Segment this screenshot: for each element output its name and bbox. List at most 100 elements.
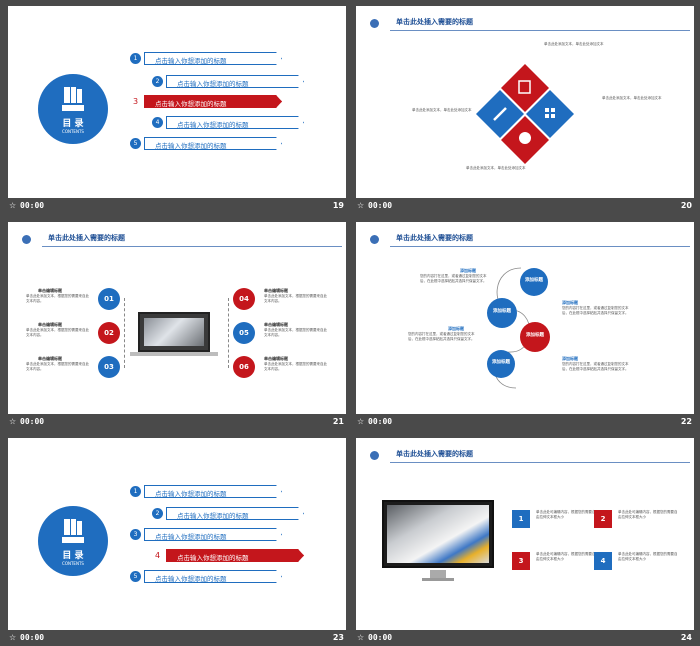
diagram-text-left: 单击此处添加文本，单击此处添加文本 (412, 108, 472, 112)
item-text-1: 单击此处可编辑内容，根据您的需要自由拉伸文本框大小 (536, 510, 596, 519)
slide-number: 19 (332, 201, 344, 210)
slide-19-canvas[interactable]: 目 录 CONTENTS 1 点击输入你想添加的标题 2 点击输入你想添加的标题… (8, 6, 346, 198)
diagram-text-bottom: 单击此处添加文本，单击此处添加文本 (466, 166, 526, 170)
slide-19[interactable]: 目 录 CONTENTS 1 点击输入你想添加的标题 2 点击输入你想添加的标题… (8, 6, 346, 214)
slide-number: 20 (680, 201, 692, 210)
slide-duration: 00:00 (368, 417, 393, 426)
slide-title: 单击此处插入需要的标题 (396, 450, 473, 458)
slide-number: 22 (680, 417, 692, 426)
slide-22-footer: ☆ 00:00 22 (356, 416, 694, 430)
slide-23-canvas[interactable]: 目 录 CONTENTS 1 点击输入你想添加的标题 2 点击输入你想添加的标题… (8, 438, 346, 630)
stage-circle-3: 添加标题 (520, 322, 550, 352)
slide-20-canvas[interactable]: 单击此处插入需要的标题 单击此处添加文本，单击此处添加文本 单击此处添加文本，单… (356, 6, 694, 198)
stage-circle-2: 添加标题 (487, 298, 517, 328)
step-circle-02: 02 (98, 322, 120, 344)
header-dot (370, 235, 379, 244)
toc-item-number: 2 (152, 76, 163, 87)
header-divider (390, 246, 690, 247)
step-circle-04: 04 (233, 288, 255, 310)
toc-item-label: 点击输入你想添加的标题 (155, 100, 227, 108)
slide-duration: 00:00 (368, 201, 393, 210)
diagram-text-right: 单击此处添加文本，单击此处添加文本 (602, 96, 662, 100)
item-text-4: 单击此处可编辑内容，根据您的需要自由拉伸文本框大小 (618, 552, 678, 561)
slide-20[interactable]: 单击此处插入需要的标题 单击此处添加文本，单击此处添加文本 单击此处添加文本，单… (356, 6, 694, 214)
connector-left (124, 298, 125, 368)
monitor-stand (430, 570, 446, 578)
header-dot (370, 19, 379, 28)
stage-text-1: 您的内容打在这里，或者通过复制您的文本后，在此框中选择粘贴并选择只保留文字。 (420, 274, 487, 283)
slide-24-canvas[interactable]: 单击此处插入需要的标题 1 单击此处可编辑内容，根据您的需要自由拉伸文本框大小 … (356, 438, 694, 630)
item-box-3: 3 (512, 552, 530, 570)
slide-title: 单击此处插入需要的标题 (48, 234, 125, 242)
toc-subtitle: CONTENTS (62, 561, 84, 566)
toc-item-bar: 点击输入你想添加的标题 (166, 549, 304, 562)
transition-icon: ☆ (9, 417, 17, 426)
transition-icon: ☆ (357, 417, 365, 426)
toc-item-bar: 点击输入你想添加的标题 (144, 528, 282, 541)
step-circle-03: 03 (98, 356, 120, 378)
item-text-2: 单击此处可编辑内容，根据您的需要自由拉伸文本框大小 (618, 510, 678, 519)
toc-circle: 目 录 CONTENTS (38, 74, 108, 144)
toc-item-bar: 点击输入你想添加的标题 (144, 485, 282, 498)
toc-item-number: 2 (152, 508, 163, 519)
slide-23[interactable]: 目 录 CONTENTS 1 点击输入你想添加的标题 2 点击输入你想添加的标题… (8, 438, 346, 646)
toc-subtitle: CONTENTS (62, 129, 84, 134)
monitor-screen-image (382, 500, 494, 568)
stage-circle-4: 添加标题 (487, 350, 515, 378)
slide-21-canvas[interactable]: 单击此处插入需要的标题 01 02 03 04 05 06 单击编辑标题 单击此… (8, 222, 346, 414)
slide-24-footer: ☆ 00:00 24 (356, 632, 694, 646)
slide-24[interactable]: 单击此处插入需要的标题 1 单击此处可编辑内容，根据您的需要自由拉伸文本框大小 … (356, 438, 694, 646)
stage-circle-1: 添加标题 (520, 268, 548, 296)
item-text-05: 单击此处添加文本，根据您的需要来自此文本内容。 (264, 328, 327, 337)
item-text-01: 单击此处添加文本，根据您的需要来自此文本内容。 (26, 294, 89, 303)
toc-item-number: 1 (130, 486, 141, 497)
stage-text-2: 您的内容打在这里，或者通过复制您的文本后，在此框中选择粘贴并选择只保留文字。 (562, 306, 629, 315)
stage-text-4: 您的内容打在这里，或者通过复制您的文本后，在此框中选择粘贴并选择只保留文字。 (562, 362, 629, 371)
toc-item-number: 3 (132, 97, 139, 106)
item-text-04: 单击此处添加文本，根据您的需要来自此文本内容。 (264, 294, 327, 303)
toc-item-number: 4 (154, 551, 161, 560)
books-icon (62, 519, 84, 543)
toc-item-bar: 点击输入你想添加的标题 (166, 507, 304, 520)
slide-number: 24 (680, 633, 692, 642)
item-text-06: 单击此处添加文本，根据您的需要来自此文本内容。 (264, 362, 327, 371)
item-box-1: 1 (512, 510, 530, 528)
item-text-03: 单击此处添加文本，根据您的需要来自此文本内容。 (26, 362, 89, 371)
books-icon (62, 87, 84, 111)
toc-item-label: 点击输入你想添加的标题 (177, 512, 249, 520)
step-circle-06: 06 (233, 356, 255, 378)
toc-item-bar: 点击输入你想添加的标题 (144, 95, 282, 108)
slide-duration: 00:00 (20, 417, 45, 426)
header-divider (390, 462, 690, 463)
diamond-diagram (476, 64, 574, 164)
toc-item-number: 1 (130, 53, 141, 64)
toc-item-label: 点击输入你想添加的标题 (155, 533, 227, 541)
header-dot (22, 235, 31, 244)
item-box-4: 4 (594, 552, 612, 570)
slide-duration: 00:00 (368, 633, 393, 642)
slide-19-footer: ☆ 00:00 19 (8, 200, 346, 214)
toc-item-bar: 点击输入你想添加的标题 (144, 52, 282, 65)
toc-item-number: 5 (130, 571, 141, 582)
toc-item-label: 点击输入你想添加的标题 (177, 121, 249, 129)
slide-21[interactable]: 单击此处插入需要的标题 01 02 03 04 05 06 单击编辑标题 单击此… (8, 222, 346, 430)
transition-icon: ☆ (357, 633, 365, 642)
step-circle-01: 01 (98, 288, 120, 310)
transition-icon: ☆ (9, 633, 17, 642)
slide-22-canvas[interactable]: 单击此处插入需要的标题 添加标题 添加标题 添加标题 添加标题 添加标题 您的内… (356, 222, 694, 414)
slide-20-footer: ☆ 00:00 20 (356, 200, 694, 214)
toc-item-label: 点击输入你想添加的标题 (155, 142, 227, 150)
toc-item-label: 点击输入你想添加的标题 (155, 490, 227, 498)
toc-item-number: 5 (130, 138, 141, 149)
connector-right (228, 298, 229, 368)
diagram-text-top: 单击此处添加文本，单击此处添加文本 (544, 42, 604, 46)
stage-text-3: 您的内容打在这里，或者通过复制您的文本后，在此框中选择粘贴并选择只保留文字。 (408, 332, 475, 341)
item-box-2: 2 (594, 510, 612, 528)
header-divider (390, 30, 690, 31)
slide-22[interactable]: 单击此处插入需要的标题 添加标题 添加标题 添加标题 添加标题 添加标题 您的内… (356, 222, 694, 430)
slide-number: 23 (332, 633, 344, 642)
step-circle-05: 05 (233, 322, 255, 344)
slide-21-footer: ☆ 00:00 21 (8, 416, 346, 430)
slide-duration: 00:00 (20, 633, 45, 642)
toc-item-bar: 点击输入你想添加的标题 (144, 137, 282, 150)
